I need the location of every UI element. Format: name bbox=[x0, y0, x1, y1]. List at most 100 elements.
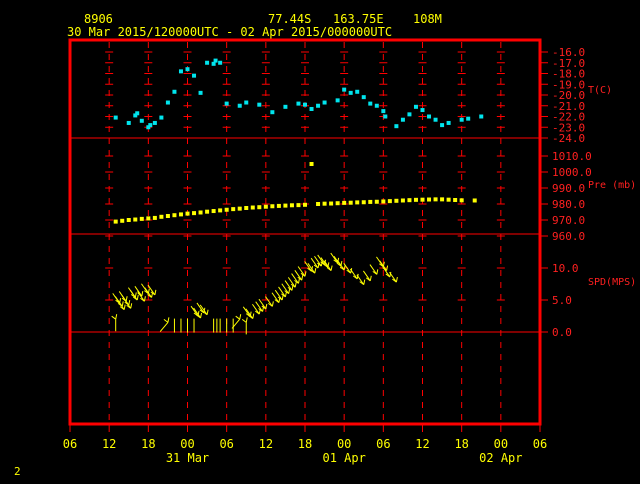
pres-point bbox=[146, 216, 151, 221]
pres-point bbox=[120, 218, 125, 223]
x-tick-label: 00 bbox=[180, 437, 194, 451]
station-elev: 108M bbox=[413, 12, 442, 26]
pres-y-tick-label: 1010.0 bbox=[552, 150, 592, 163]
temp-axis-label: T(C) bbox=[588, 85, 612, 96]
temp-point bbox=[224, 101, 229, 106]
pres-point bbox=[374, 199, 379, 204]
pres-point bbox=[276, 203, 281, 208]
temp-point bbox=[361, 95, 366, 100]
x-tick-label: 00 bbox=[337, 437, 351, 451]
pres-point bbox=[440, 197, 445, 202]
temp-point bbox=[237, 103, 242, 108]
pres-y-tick-label: 980.0 bbox=[552, 198, 585, 211]
temp-point bbox=[466, 116, 471, 121]
temp-point bbox=[185, 67, 190, 72]
temp-point bbox=[192, 73, 197, 78]
pres-point bbox=[316, 202, 321, 206]
background bbox=[0, 0, 640, 480]
temp-point bbox=[296, 101, 301, 106]
pres-point bbox=[433, 197, 438, 202]
temp-point bbox=[383, 114, 388, 119]
x-tick-label: 00 bbox=[494, 437, 508, 451]
temp-y-tick-label: -24.0 bbox=[552, 132, 585, 145]
x-tick-label: 12 bbox=[102, 437, 116, 451]
pres-point bbox=[361, 200, 366, 205]
temp-point bbox=[303, 102, 307, 107]
spd-axis-label: SPD(MPS) bbox=[588, 277, 636, 288]
pres-point bbox=[407, 198, 412, 203]
pres-point bbox=[244, 206, 249, 210]
temp-point bbox=[400, 117, 405, 122]
x-date-label: 02 Apr bbox=[479, 451, 522, 465]
temp-point bbox=[368, 101, 373, 106]
temp-point bbox=[420, 108, 425, 113]
pres-point bbox=[303, 202, 307, 207]
pres-point bbox=[224, 207, 229, 212]
station-id: 8906 bbox=[84, 12, 113, 26]
x-tick-label: 18 bbox=[454, 437, 468, 451]
temp-point bbox=[355, 89, 360, 94]
pres-point bbox=[205, 209, 210, 214]
x-date-label: 31 Mar bbox=[166, 451, 209, 465]
pres-point bbox=[218, 208, 223, 213]
pres-point bbox=[263, 204, 268, 209]
spd-y-tick-label: 10.0 bbox=[552, 262, 579, 275]
temp-point bbox=[407, 112, 412, 117]
x-date-label: 01 Apr bbox=[322, 451, 365, 465]
pres-point bbox=[329, 201, 334, 206]
pres-point bbox=[381, 199, 386, 204]
pres-point bbox=[133, 217, 138, 222]
temp-point bbox=[348, 90, 353, 95]
station-lon: 163.75E bbox=[333, 12, 384, 26]
pres-y-tick-label: 990.0 bbox=[552, 182, 585, 195]
pres-point bbox=[446, 197, 451, 202]
x-tick-label: 12 bbox=[415, 437, 429, 451]
pres-point bbox=[289, 203, 294, 208]
temp-point bbox=[178, 69, 183, 74]
temp-point bbox=[459, 117, 464, 122]
pres-point bbox=[342, 200, 347, 205]
temp-point bbox=[433, 117, 438, 122]
pres-point bbox=[113, 219, 118, 224]
x-tick-label: 06 bbox=[533, 437, 547, 451]
pres-point bbox=[178, 212, 183, 217]
station-lat: 77.44S bbox=[268, 12, 311, 26]
pres-point bbox=[126, 218, 131, 222]
temp-point bbox=[165, 100, 170, 105]
temp-point bbox=[152, 120, 157, 125]
temp-point bbox=[135, 111, 140, 116]
temp-point bbox=[316, 103, 321, 108]
temp-point bbox=[218, 60, 223, 65]
pres-point bbox=[472, 198, 477, 203]
temp-point bbox=[427, 114, 432, 119]
temp-point bbox=[440, 123, 445, 128]
pres-point bbox=[139, 216, 144, 221]
pres-point bbox=[322, 201, 327, 206]
temp-point bbox=[479, 114, 484, 119]
temp-point bbox=[205, 60, 210, 65]
pres-point bbox=[413, 197, 418, 202]
pres-point bbox=[257, 205, 262, 210]
spd-y-tick-label: 5.0 bbox=[552, 294, 572, 307]
pres-y-tick-label: 960.0 bbox=[552, 230, 585, 243]
pres-point bbox=[283, 203, 288, 208]
pres-point bbox=[335, 201, 340, 206]
temp-point bbox=[342, 87, 347, 92]
pres-point bbox=[159, 214, 164, 219]
meteogram-chart: 8906 77.44S 163.75E 108M 30 Mar 2015/120… bbox=[0, 0, 640, 480]
spd-y-tick-label: 0.0 bbox=[552, 326, 572, 339]
temp-point bbox=[283, 104, 288, 109]
temp-point bbox=[159, 115, 164, 120]
pres-point bbox=[270, 204, 275, 209]
pres-point bbox=[453, 198, 458, 202]
temp-point bbox=[381, 109, 386, 114]
pres-point bbox=[237, 206, 242, 211]
temp-point bbox=[198, 90, 203, 95]
pres-y-tick-label: 1000.0 bbox=[552, 166, 592, 179]
pres-point bbox=[165, 214, 170, 218]
pres-point bbox=[400, 198, 405, 203]
pres-point bbox=[198, 210, 203, 215]
temp-point bbox=[446, 120, 451, 125]
temp-point bbox=[335, 98, 340, 103]
pres-y-tick-label: 970.0 bbox=[552, 214, 585, 227]
